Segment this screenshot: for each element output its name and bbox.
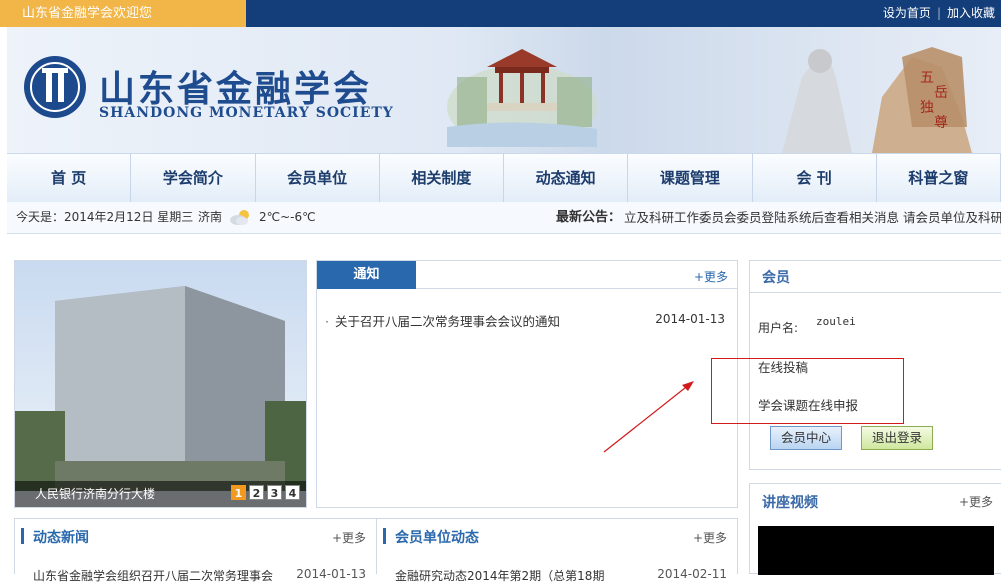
nav-science-window[interactable]: 科普之窗 [877,154,1001,202]
cloudy-sun-icon [230,210,249,225]
add-favorite-link[interactable]: 加入收藏 [947,6,995,20]
news-title-bar [21,528,24,544]
carousel-page-3[interactable]: 3 [267,485,282,500]
notice-more-link[interactable]: +更多 [694,268,728,285]
lecture-video-panel: 讲座视频 +更多 [749,483,1001,575]
carousel-page-1[interactable]: 1 [231,485,246,500]
current-date: 今天是：2014年2月12日 星期三 [16,210,194,224]
confucius-statue-image: 五 岳 独 尊 [782,47,972,153]
photo-carousel: 人民银行济南分行大楼 1 2 3 4 [14,260,307,508]
member-panel-title: 会员 [762,270,790,286]
news-title: 动态新闻 [33,530,89,546]
top-links: 设为首页 | 加入收藏 [883,0,995,27]
latest-notice-label: 最新公告： [556,210,622,225]
unit-news-item-date: 2014-02-11 [657,567,727,581]
news-list-item[interactable]: 山东省金融学会组织召开八届二次常务理事会 [33,567,273,584]
nav-journal[interactable]: 会 刊 [753,154,877,202]
weather-city: 济南 [198,210,223,224]
header-banner: 山东省金融学会 SHANDONG MONETARY SOCIETY 五 岳 独 … [7,27,1001,153]
member-center-button[interactable]: 会员中心 [770,426,842,450]
nav-about[interactable]: 学会简介 [131,154,256,202]
username-value: zoulei [816,315,856,328]
set-home-link[interactable]: 设为首页 [883,6,931,20]
welcome-text: 山东省金融学会欢迎您 [0,0,246,27]
lecture-video-title: 讲座视频 [762,495,818,511]
nav-project-management[interactable]: 课题管理 [628,154,753,202]
annotation-highlight-box [711,358,904,424]
news-item-date: 2014-01-13 [296,567,366,581]
notice-tab[interactable]: 通知 [317,261,416,289]
svg-text:独: 独 [920,100,934,116]
carousel-page-2[interactable]: 2 [249,485,264,500]
notice-item-date: 2014-01-13 [655,312,725,326]
nav-news-notices[interactable]: 动态通知 [504,154,629,202]
video-player[interactable] [758,526,994,575]
unit-news-list-item[interactable]: 金融研究动态2014年第2期（总第18期 [395,567,604,584]
svg-text:五: 五 [920,70,934,86]
top-links-separator: | [936,6,941,20]
society-logo-emblem [24,56,86,118]
nav-home[interactable]: 首 页 [7,154,132,202]
svg-text:尊: 尊 [934,114,948,131]
info-bar: 今天是：2014年2月12日 星期三 济南 2℃~-6℃ 最新公告： 立及科研工… [7,202,1001,234]
logo-name-en: SHANDONG MONETARY SOCIETY [99,105,394,121]
news-panel: 动态新闻 +更多 山东省金融学会组织召开八届二次常务理事会 2014-01-13 [14,518,377,583]
annotation-arrow-icon [603,381,694,453]
member-unit-news-panel: 会员单位动态 +更多 金融研究动态2014年第2期（总第18期 2014-02-… [376,518,738,583]
main-nav: 首 页 学会简介 会员单位 相关制度 动态通知 课题管理 会 刊 科普之窗 [7,153,1001,203]
notice-item-title[interactable]: 关于召开八届二次常务理事会会议的通知 [335,314,560,329]
logout-button[interactable]: 退出登录 [861,426,933,450]
lecture-more-link[interactable]: +更多 [959,493,993,510]
news-more-link[interactable]: +更多 [332,529,366,546]
nav-member-units[interactable]: 会员单位 [256,154,380,202]
unit-news-title-bar [383,528,386,544]
username-label: 用户名: [758,321,799,335]
nav-regulations[interactable]: 相关制度 [380,154,504,202]
latest-notice-ticker[interactable]: 立及科研工作委员会委员登陆系统后查看相关消息 请会员单位及科研工 [624,202,1001,233]
carousel-page-4[interactable]: 4 [285,485,300,500]
unit-news-title: 会员单位动态 [395,530,479,546]
svg-text:岳: 岳 [934,85,948,101]
unit-news-more-link[interactable]: +更多 [693,529,727,546]
pavilion-image [447,49,597,147]
building-photo [15,261,306,507]
temperature: 2℃~-6℃ [259,210,316,224]
member-divider [750,292,1001,293]
